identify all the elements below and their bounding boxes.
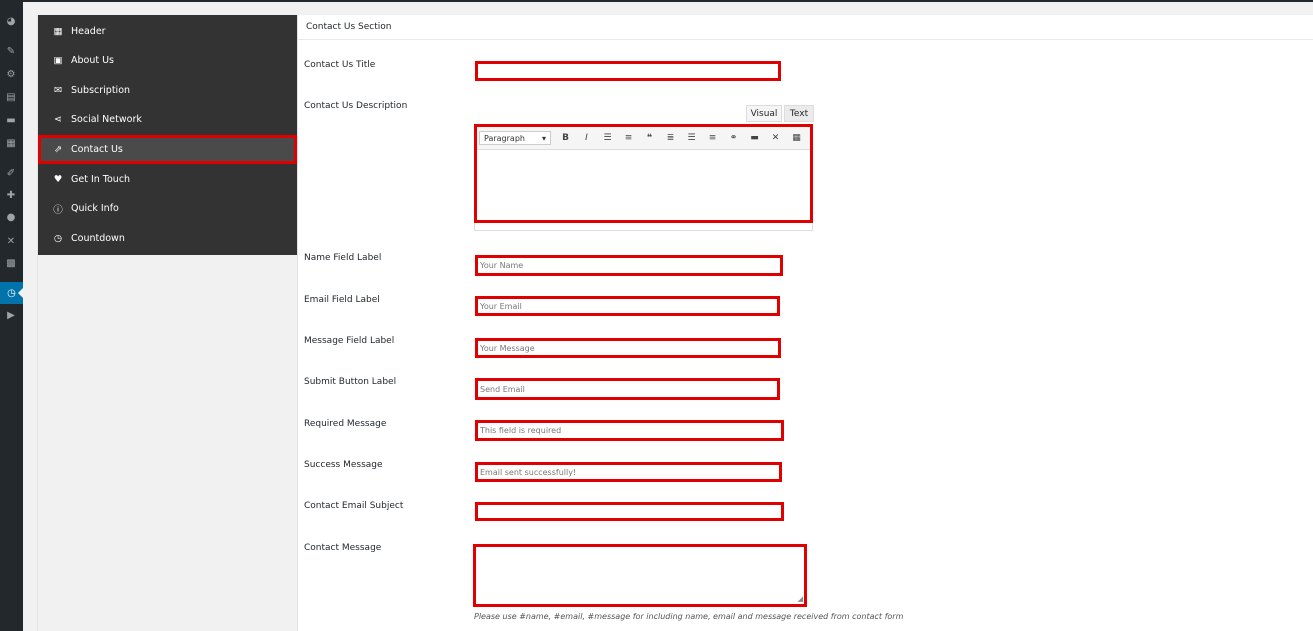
forms-icon[interactable]: ▦ xyxy=(4,136,18,150)
description-editor[interactable]: Paragraph ▾ B I ☰ ≡ ❝ ≣ ☰ ≡ ⚭ ▬ ✕ ▦ xyxy=(474,124,813,223)
bold-icon[interactable]: B xyxy=(555,133,576,143)
section-title: Contact Us Section xyxy=(306,22,392,32)
nav-item-get-in-touch[interactable]: ♥ Get In Touch xyxy=(38,165,297,194)
message-field-label: Message Field Label xyxy=(304,336,395,346)
nav-item-label: Get In Touch xyxy=(71,174,131,185)
nav-item-label: Contact Us xyxy=(71,144,123,155)
settings-icon[interactable]: ▩ xyxy=(4,256,18,270)
align-center-icon[interactable]: ☰ xyxy=(681,133,702,143)
admin-menu-bar: ◕ ✎ ⚙ ▤ ▬ ▦ ✐ ✚ ● ✕ ▩ ◷ ▶ xyxy=(0,0,23,631)
title-input[interactable] xyxy=(475,61,781,81)
info-icon: ⓘ xyxy=(53,204,63,216)
top-edge xyxy=(23,0,1313,2)
plugins-icon[interactable]: ✚ xyxy=(4,188,18,202)
align-left-icon[interactable]: ≣ xyxy=(660,133,681,143)
nav-item-subscription[interactable]: ✉ Subscription xyxy=(38,76,297,105)
editor-statusbar xyxy=(474,223,813,231)
nav-item-about-us[interactable]: ▣ About Us xyxy=(38,46,297,75)
nav-item-label: Countdown xyxy=(71,233,125,244)
numbered-list-icon[interactable]: ≡ xyxy=(618,133,639,143)
tools-icon[interactable]: ✕ xyxy=(4,234,18,248)
nav-item-countdown[interactable]: ◷ Countdown xyxy=(38,224,297,253)
email-subject-label: Contact Email Subject xyxy=(304,501,404,511)
submit-button-label: Submit Button Label xyxy=(304,377,397,387)
layout-icon: ▦ xyxy=(53,26,63,37)
chevron-down-icon: ▾ xyxy=(541,133,546,143)
nav-item-label: Subscription xyxy=(71,85,131,96)
theme-options-clock-icon[interactable]: ◷ xyxy=(0,282,23,304)
nav-item-header[interactable]: ▦ Header xyxy=(38,17,297,46)
posts-pin-icon[interactable]: ✎ xyxy=(4,44,18,58)
pages-icon[interactable]: ▤ xyxy=(4,90,18,104)
submit-button-input[interactable]: Send Email xyxy=(475,378,780,400)
email-field-label: Email Field Label xyxy=(304,295,380,305)
italic-icon[interactable]: I xyxy=(576,133,597,143)
nav-item-label: Header xyxy=(71,26,106,37)
nav-item-contact-us[interactable]: ⇗ Contact Us xyxy=(38,135,297,164)
required-message-label: Required Message xyxy=(304,419,387,429)
fullscreen-icon[interactable]: ✕ xyxy=(765,133,786,143)
email-field-input[interactable]: Your Email xyxy=(475,296,780,316)
name-field-label: Name Field Label xyxy=(304,253,382,263)
media-icon[interactable]: ⚙ xyxy=(4,67,18,81)
heart-icon: ♥ xyxy=(53,174,63,185)
nav-item-label: Social Network xyxy=(71,114,142,125)
email-subject-input[interactable] xyxy=(475,502,784,521)
nav-item-quick-info[interactable]: ⓘ Quick Info xyxy=(38,194,297,223)
dashboard-icon[interactable]: ◕ xyxy=(4,14,18,28)
success-message-label: Success Message xyxy=(304,460,383,470)
success-message-input[interactable]: Email sent successfully! xyxy=(475,462,782,482)
read-more-icon[interactable]: ▬ xyxy=(744,133,765,143)
nav-item-label: Quick Info xyxy=(71,203,119,214)
toolbar-toggle-icon[interactable]: ▦ xyxy=(786,133,807,143)
nav-item-label: About Us xyxy=(71,55,115,66)
share-icon: ⋖ xyxy=(54,114,62,125)
tab-text[interactable]: Text xyxy=(784,105,814,122)
resize-grip-icon[interactable]: ◢ xyxy=(798,595,803,603)
options-sidenav: ▦ Header ▣ About Us ✉ Subscription ⋖ Soc… xyxy=(38,15,297,255)
required-message-input[interactable]: This field is required xyxy=(475,420,784,441)
section-divider xyxy=(298,39,1313,40)
blockquote-icon[interactable]: ❝ xyxy=(639,133,660,143)
editor-toolbar: Paragraph ▾ B I ☰ ≡ ❝ ≣ ☰ ≡ ⚭ ▬ ✕ ▦ xyxy=(477,127,810,150)
contact-message-hint: Please use #name, #email, #message for i… xyxy=(474,612,904,621)
appearance-icon[interactable]: ✐ xyxy=(4,166,18,180)
tab-visual[interactable]: Visual xyxy=(746,105,782,122)
contact-message-label: Contact Message xyxy=(304,543,382,553)
collapse-menu-icon[interactable]: ▶ xyxy=(4,308,18,322)
align-right-icon[interactable]: ≡ xyxy=(702,133,723,143)
comments-icon[interactable]: ▬ xyxy=(4,113,18,127)
link-icon[interactable]: ⚭ xyxy=(723,133,744,143)
title-label: Contact Us Title xyxy=(304,60,376,70)
format-select[interactable]: Paragraph ▾ xyxy=(479,131,551,145)
envelope-icon: ✉ xyxy=(54,85,62,96)
external-link-icon: ⇗ xyxy=(54,144,62,155)
bullet-list-icon[interactable]: ☰ xyxy=(597,133,618,143)
description-label: Contact Us Description xyxy=(304,101,408,111)
nav-item-social-network[interactable]: ⋖ Social Network xyxy=(38,105,297,134)
name-field-input[interactable]: Your Name xyxy=(475,255,783,276)
id-card-icon: ▣ xyxy=(53,55,63,66)
contact-message-textarea[interactable]: ◢ xyxy=(473,544,807,607)
nav-spacer xyxy=(38,255,297,631)
clock-icon: ◷ xyxy=(53,233,63,244)
message-field-input[interactable]: Your Message xyxy=(475,338,781,358)
users-icon[interactable]: ● xyxy=(4,210,18,224)
format-select-value: Paragraph xyxy=(484,133,525,143)
